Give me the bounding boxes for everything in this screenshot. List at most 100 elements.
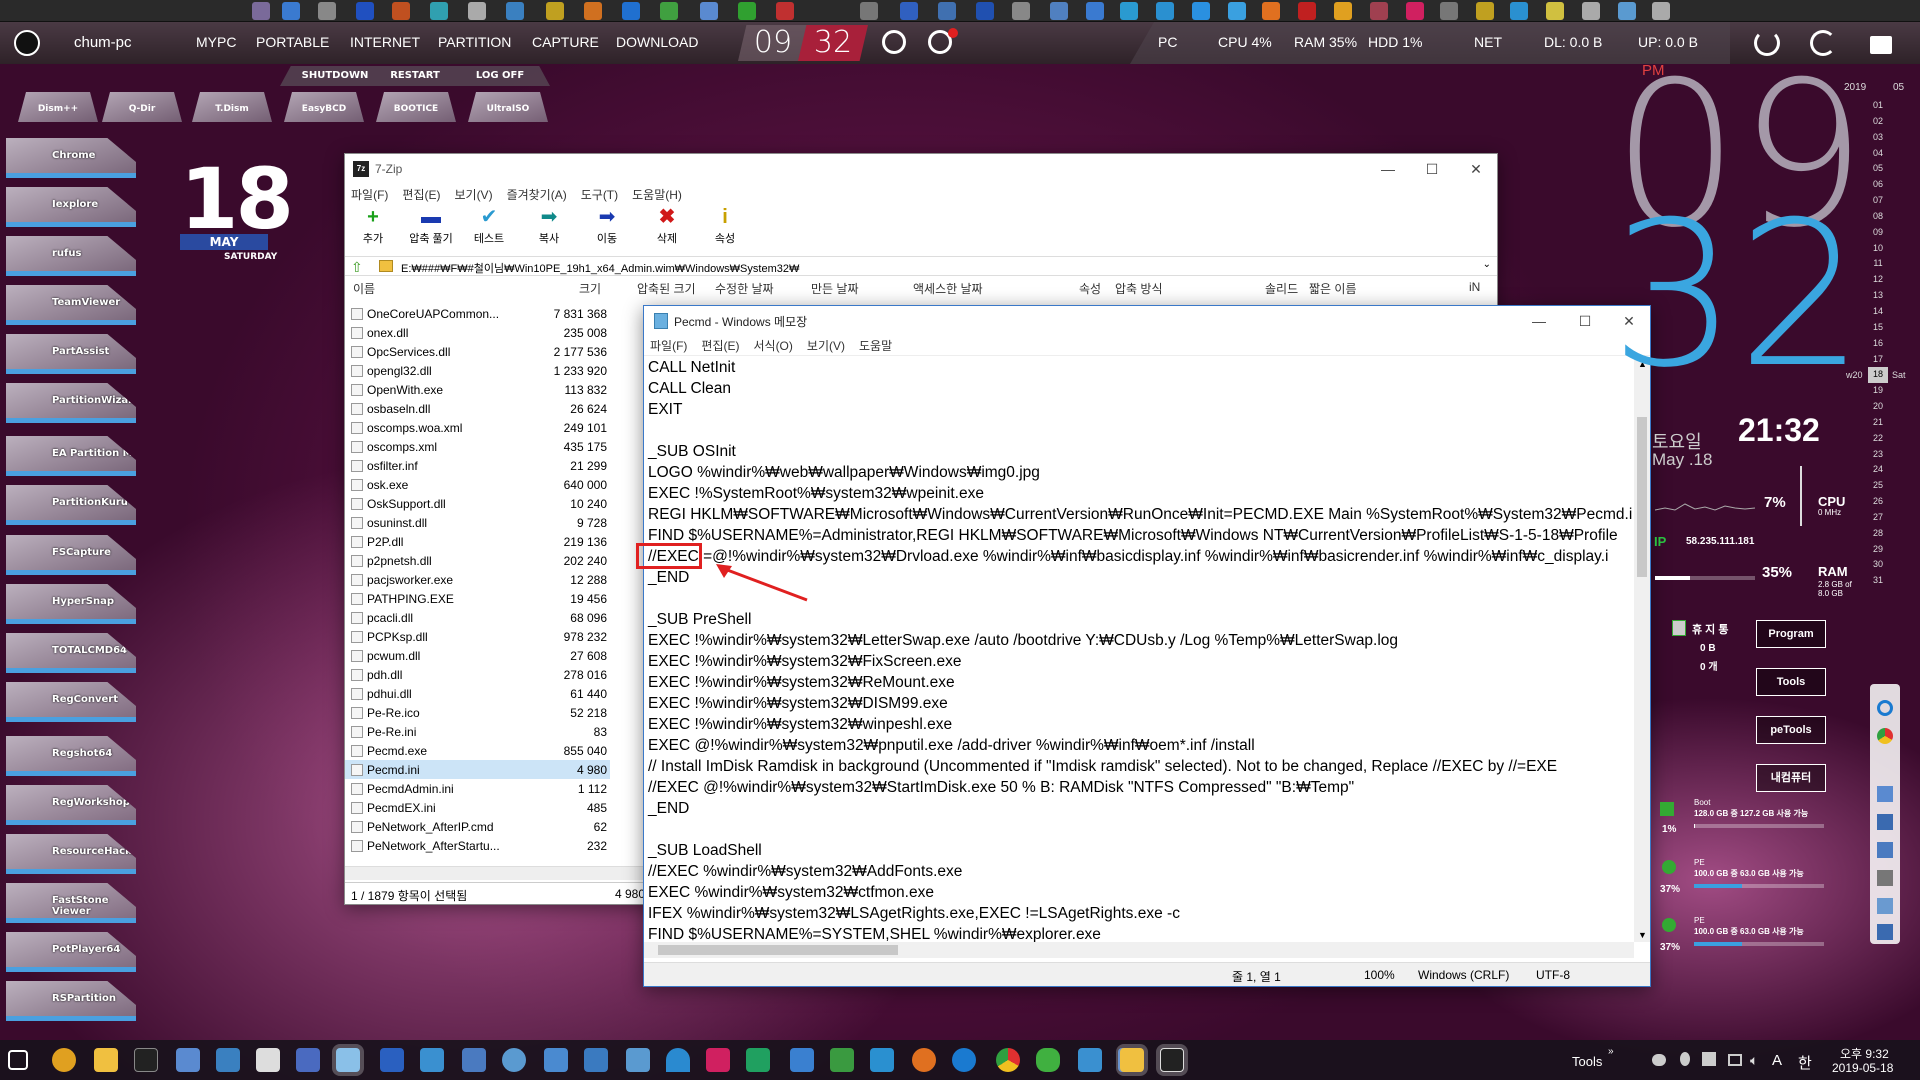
tray-icon[interactable] bbox=[1680, 1052, 1690, 1066]
notepad-menu-help[interactable]: 도움말 bbox=[859, 337, 892, 354]
taskbar-icon[interactable] bbox=[462, 1048, 486, 1072]
folder-task-icon[interactable] bbox=[1120, 1048, 1144, 1072]
app-icon[interactable] bbox=[976, 2, 994, 20]
app-icon[interactable] bbox=[1298, 2, 1316, 20]
tray-icon[interactable] bbox=[1652, 1054, 1666, 1066]
sidebar-rspartition[interactable]: RSPartition bbox=[6, 981, 136, 1021]
dock-icon[interactable] bbox=[1877, 924, 1893, 940]
tools-button[interactable]: Tools bbox=[1756, 668, 1826, 696]
chrome-icon[interactable] bbox=[1877, 728, 1893, 744]
zip-path[interactable]: E:₩###₩F₩#철이님₩Win10PE_19h1_x64_Admin.wim… bbox=[401, 260, 799, 276]
app-icon[interactable] bbox=[1476, 2, 1494, 20]
cmd-icon[interactable] bbox=[134, 1048, 158, 1072]
col-created[interactable]: 만든 날짜 bbox=[811, 280, 859, 297]
quick-tdism[interactable]: T.Dism bbox=[192, 92, 272, 122]
app-icon[interactable] bbox=[392, 2, 410, 20]
ime-indicator[interactable]: 한 bbox=[1798, 1052, 1812, 1073]
file-row[interactable]: opengl32.dll 1 233 920 bbox=[345, 361, 610, 380]
app-icon[interactable] bbox=[860, 2, 878, 20]
file-row[interactable]: Pecmd.exe 855 040 bbox=[345, 741, 610, 760]
sidebar-partitionwizard[interactable]: PartitionWizard bbox=[6, 383, 136, 423]
file-row[interactable]: pdhui.dll 61 440 bbox=[345, 684, 610, 703]
drive-boot[interactable]: Boot 128.0 GB 중 127.2 GB 사용 가능 1% bbox=[1656, 796, 1832, 836]
app-icon[interactable] bbox=[1652, 2, 1670, 20]
lock-icon[interactable] bbox=[1870, 36, 1892, 54]
menu-portable[interactable]: PORTABLE bbox=[256, 34, 329, 50]
zip-minimize-button[interactable]: — bbox=[1365, 154, 1411, 184]
notepad-hscroll[interactable] bbox=[644, 942, 1634, 958]
notepad-menu-view[interactable]: 보기(V) bbox=[807, 337, 845, 354]
file-row[interactable]: oscomps.xml 435 175 bbox=[345, 437, 610, 456]
file-row[interactable]: PATHPING.EXE 19 456 bbox=[345, 589, 610, 608]
mycomputer-button[interactable]: 내컴퓨터 bbox=[1756, 764, 1826, 792]
quick-easybcd[interactable]: EasyBCD bbox=[284, 92, 364, 122]
app-icon[interactable] bbox=[700, 2, 718, 20]
dock-icon[interactable] bbox=[1877, 898, 1893, 914]
app-icon[interactable] bbox=[430, 2, 448, 20]
taskbar-icon[interactable] bbox=[830, 1048, 854, 1072]
zip-delete-button[interactable]: ✖ 삭제 bbox=[643, 204, 691, 246]
notepad-titlebar[interactable]: Pecmd - Windows 메모장 bbox=[644, 306, 1650, 336]
app-icon[interactable] bbox=[622, 2, 640, 20]
app-icon[interactable] bbox=[1086, 2, 1104, 20]
sidebar-partitionkuru[interactable]: PartitionKuru bbox=[6, 485, 136, 525]
taskbar-icon[interactable] bbox=[380, 1048, 404, 1072]
chrome-icon[interactable] bbox=[996, 1048, 1020, 1072]
app-icon[interactable] bbox=[1012, 2, 1030, 20]
taskbar-icon[interactable] bbox=[420, 1048, 444, 1072]
logoff-button[interactable]: LOG OFF bbox=[465, 70, 535, 81]
tray-expand-icon[interactable]: » bbox=[1608, 1046, 1614, 1057]
app-icon[interactable] bbox=[318, 2, 336, 20]
app-icon[interactable] bbox=[1120, 2, 1138, 20]
drive-pe-2[interactable]: PE 100.0 GB 중 63.0 GB 사용 가능 37% bbox=[1656, 914, 1832, 954]
ie-icon[interactable] bbox=[952, 1048, 976, 1072]
app-icon[interactable] bbox=[1262, 2, 1280, 20]
col-shortname[interactable]: 짧은 이름 bbox=[1309, 280, 1357, 297]
dock-icon[interactable] bbox=[1877, 814, 1893, 830]
zip-extract-button[interactable]: ▬ 압축 풀기 bbox=[407, 204, 455, 246]
file-row[interactable]: Pe-Re.ico 52 218 bbox=[345, 703, 610, 722]
dock-icon[interactable] bbox=[1877, 842, 1893, 858]
file-row[interactable]: OpcServices.dll 2 177 536 bbox=[345, 342, 610, 361]
app-icon[interactable] bbox=[1546, 2, 1564, 20]
col-name[interactable]: 이름 bbox=[353, 280, 375, 297]
start-icon[interactable] bbox=[8, 1050, 28, 1070]
chrome-icon[interactable] bbox=[882, 30, 906, 54]
clover-icon[interactable] bbox=[1036, 1048, 1060, 1072]
quick-bootice[interactable]: BOOTICE bbox=[376, 92, 456, 122]
sidebar-regconvert[interactable]: RegConvert bbox=[6, 682, 136, 722]
zip-maximize-button[interactable]: ☐ bbox=[1409, 154, 1455, 184]
shutdown-button[interactable]: SHUTDOWN bbox=[300, 70, 370, 81]
tray-date[interactable]: 2019-05-18 bbox=[1832, 1061, 1893, 1075]
app-icon[interactable] bbox=[1406, 2, 1424, 20]
tray-icon[interactable] bbox=[1728, 1054, 1742, 1066]
path-dropdown-icon[interactable]: ⌄ bbox=[1483, 259, 1491, 270]
app-icon[interactable] bbox=[506, 2, 524, 20]
app-icon[interactable] bbox=[1370, 2, 1388, 20]
taskbar-icon[interactable] bbox=[216, 1048, 240, 1072]
app-icon[interactable] bbox=[938, 2, 956, 20]
col-modified[interactable]: 수정한 날짜 bbox=[715, 280, 774, 297]
quick-ultraiso[interactable]: UltraISO bbox=[468, 92, 548, 122]
file-row[interactable]: onex.dll 235 008 bbox=[345, 323, 610, 342]
col-solid[interactable]: 솔리드 bbox=[1265, 280, 1298, 297]
file-row[interactable]: pdh.dll 278 016 bbox=[345, 665, 610, 684]
file-row[interactable]: Pecmd.ini 4 980 bbox=[345, 760, 610, 779]
file-row[interactable]: osuninst.dll 9 728 bbox=[345, 513, 610, 532]
notepad-menu-edit[interactable]: 편집(E) bbox=[701, 337, 739, 354]
sidebar-teamviewer[interactable]: TeamViewer bbox=[6, 285, 136, 325]
restart-button[interactable]: RESTART bbox=[380, 70, 450, 81]
file-row[interactable]: PecmdAdmin.ini 1 112 bbox=[345, 779, 610, 798]
taskbar-icon[interactable] bbox=[176, 1048, 200, 1072]
zip-menu-view[interactable]: 보기(V) bbox=[454, 186, 492, 203]
sidebar-hypersnap[interactable]: HyperSnap bbox=[6, 584, 136, 624]
scroll-thumb[interactable] bbox=[1637, 417, 1647, 577]
zip-add-button[interactable]: + 추가 bbox=[349, 204, 397, 246]
app-icon[interactable] bbox=[252, 2, 270, 20]
notepad-menu-file[interactable]: 파일(F) bbox=[650, 337, 687, 354]
app-icon[interactable] bbox=[660, 2, 678, 20]
sidebar-regworkshop[interactable]: RegWorkshop bbox=[6, 785, 136, 825]
taskbar-icon[interactable] bbox=[790, 1048, 814, 1072]
notepad-task-icon[interactable] bbox=[336, 1048, 360, 1072]
app-icon[interactable] bbox=[356, 2, 374, 20]
